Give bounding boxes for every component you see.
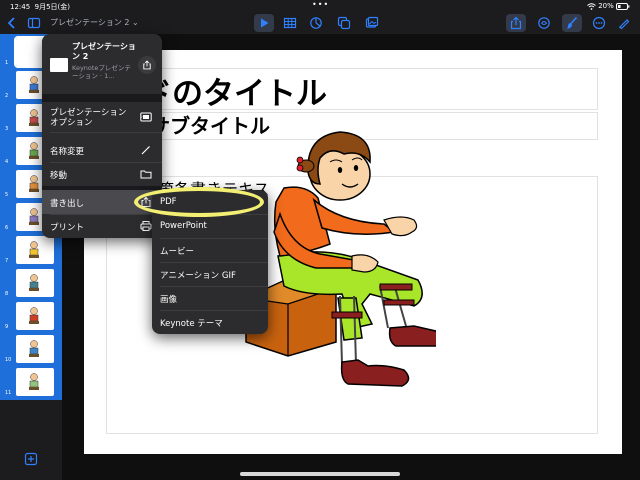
yellow-highlight-annotation	[134, 187, 264, 217]
thumbnail-number: 3	[5, 126, 9, 132]
popover-header: プレゼンテーション 2 Keynoteプレゼンテーション · 1...	[42, 34, 162, 94]
girl-with-leg-braces-clipart[interactable]	[244, 128, 436, 390]
export-movie-item[interactable]: ムービー	[152, 238, 268, 262]
printer-icon	[140, 221, 152, 231]
share-button[interactable]	[506, 14, 526, 32]
play-icon	[261, 18, 269, 28]
thumbnail-figure-icon	[29, 142, 39, 159]
export-powerpoint-item[interactable]: PowerPoint	[152, 214, 268, 238]
add-slide-button[interactable]	[24, 451, 38, 466]
submenu-item-label: Keynote テーマ	[160, 319, 223, 329]
thumbnail-figure-icon	[29, 241, 39, 258]
menu-divider	[50, 132, 162, 133]
chart-icon	[310, 17, 322, 29]
document-title[interactable]: プレゼンテーション 2 ⌄	[50, 17, 139, 28]
submenu-item-label: 画像	[160, 295, 178, 305]
thumbnail-number: 2	[5, 93, 9, 99]
slide-thumbnail[interactable]	[16, 368, 54, 396]
slide-thumbnail[interactable]	[16, 269, 54, 297]
folder-icon	[140, 170, 152, 179]
thumbnail-number: 6	[5, 225, 9, 231]
thumbnail-number: 11	[5, 390, 12, 396]
popover-document-title: プレゼンテーション 2	[72, 42, 136, 61]
submenu-item-label: アニメーション GIF	[160, 271, 236, 281]
battery-percent: 20%	[598, 2, 614, 10]
slides-icon	[140, 112, 152, 122]
shape-icon	[337, 16, 351, 30]
popover-share-button[interactable]	[138, 56, 156, 74]
paintbrush-icon	[566, 16, 578, 29]
thumbnail-figure-icon	[29, 76, 39, 93]
toolbar: プレゼンテーション 2 ⌄	[0, 12, 640, 34]
slide-thumbnail[interactable]	[16, 335, 54, 363]
popover-document-subtitle: Keynoteプレゼンテーション · 1...	[72, 64, 131, 80]
menu-item-label: 移動	[50, 171, 68, 181]
export-image-item[interactable]: 画像	[152, 286, 268, 310]
slide-thumbnail[interactable]	[16, 302, 54, 330]
chevron-left-icon	[7, 17, 15, 29]
play-button[interactable]	[254, 14, 274, 32]
format-button[interactable]	[562, 14, 582, 32]
thumbnail-figure-icon	[29, 274, 39, 291]
thumbnail-figure-icon	[29, 373, 39, 390]
sidebar-icon	[27, 17, 41, 29]
status-right: 20%	[587, 2, 630, 10]
popover-separator	[42, 94, 162, 102]
more-icon	[592, 16, 606, 30]
more-button[interactable]	[589, 14, 609, 32]
thumbnail-number: 10	[5, 357, 12, 363]
share-icon	[143, 60, 151, 70]
menu-item-label: プレゼンテーション オプション	[50, 108, 127, 128]
submenu-item-label: ムービー	[160, 247, 195, 257]
menu-item-label: 書き出し	[50, 199, 85, 209]
format-text-button[interactable]	[614, 14, 634, 32]
pencil-icon	[141, 146, 150, 155]
insert-media-button[interactable]	[362, 14, 382, 32]
pencil-tip-icon	[619, 19, 630, 30]
presentation-options-item[interactable]: プレゼンテーション オプション ›	[42, 102, 162, 132]
insert-shape-button[interactable]	[334, 14, 354, 32]
insert-table-button[interactable]	[280, 14, 300, 32]
export-keynote-theme-item[interactable]: Keynote テーマ	[152, 310, 268, 334]
document-thumbnail	[50, 58, 68, 72]
thumbnail-figure-icon	[29, 109, 39, 126]
thumbnail-number: 8	[5, 291, 9, 297]
thumbnail-figure-icon	[29, 307, 39, 324]
wifi-icon	[587, 2, 596, 10]
thumbnail-number: 5	[5, 192, 9, 198]
thumbnail-figure-icon	[29, 208, 39, 225]
status-time: 12:45 9月5日(金)	[10, 3, 71, 11]
media-icon	[365, 16, 379, 28]
slide-thumbnail[interactable]	[16, 236, 54, 264]
collaborate-button[interactable]	[534, 14, 554, 32]
home-indicator[interactable]	[240, 472, 400, 476]
submenu-item-label: PowerPoint	[160, 221, 207, 231]
collaborate-icon	[538, 17, 550, 29]
plus-square-icon	[24, 452, 38, 466]
thumbnail-number: 7	[5, 258, 9, 264]
thumbnail-number: 9	[5, 324, 9, 330]
menu-item-label: 名称変更	[50, 147, 85, 157]
move-item[interactable]: 移動	[42, 162, 162, 186]
thumbnail-figure-icon	[29, 175, 39, 192]
print-item[interactable]: プリント	[42, 214, 162, 238]
rename-item[interactable]: 名称変更	[42, 138, 162, 162]
status-bar: 12:45 9月5日(金) ••• 20%	[0, 0, 640, 12]
back-button[interactable]	[2, 14, 22, 32]
sidebar-toggle-button[interactable]	[24, 14, 44, 32]
insert-chart-button[interactable]	[306, 14, 326, 32]
battery-icon	[616, 2, 630, 10]
thumbnail-number: 1	[5, 60, 9, 66]
multitasking-dots[interactable]: •••	[312, 0, 329, 9]
export-animated-gif-item[interactable]: アニメーション GIF	[152, 262, 268, 286]
thumbnail-number: 4	[5, 159, 9, 165]
share-icon	[510, 16, 522, 30]
table-icon	[283, 17, 297, 29]
thumbnail-figure-icon	[29, 340, 39, 357]
menu-item-label: プリント	[50, 223, 85, 233]
